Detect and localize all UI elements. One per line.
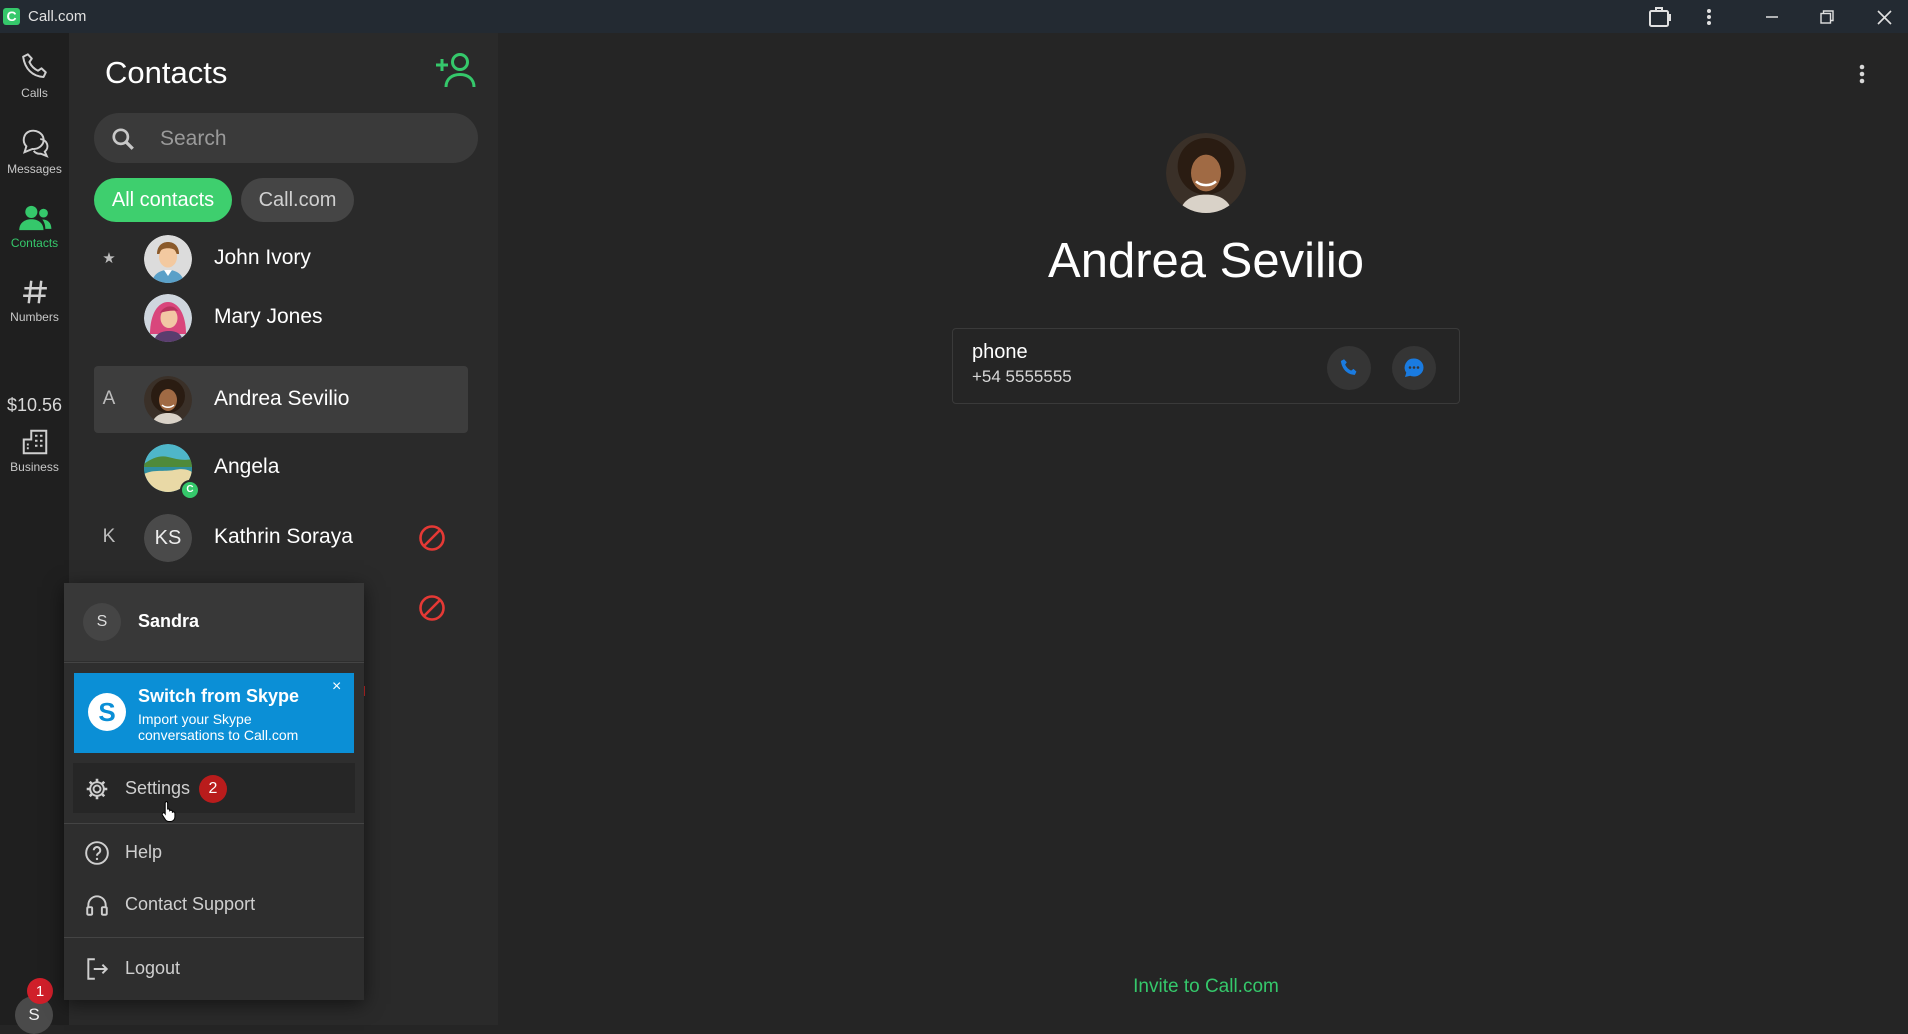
blocked-icon	[418, 594, 446, 622]
avatar: S	[83, 603, 121, 641]
blocked-icon	[418, 524, 446, 552]
headset-icon	[86, 895, 108, 916]
nav-item-business[interactable]: Business	[0, 427, 69, 474]
phone-card: phone +54 5555555	[952, 328, 1460, 404]
index-letter: A	[102, 388, 116, 409]
contact-full-name: Andrea Sevilio	[1048, 234, 1364, 288]
contact-row[interactable]: C Angela	[94, 434, 468, 501]
account-menu: S Sandra S Switch from Skype Import your…	[64, 583, 364, 1000]
more-options-icon[interactable]	[1858, 63, 1866, 85]
nav-label-numbers: Numbers	[10, 310, 59, 324]
nav-label-calls: Calls	[21, 86, 48, 100]
building-icon	[22, 429, 47, 455]
contact-detail-pane: Andrea Sevilio phone +54 5555555 Invite …	[498, 33, 1908, 1025]
contact-name: Kathrin Soraya	[214, 525, 353, 548]
avatar: KS	[144, 514, 192, 562]
chat-bubbles-icon	[22, 129, 49, 158]
logout-icon	[87, 958, 109, 980]
phone-icon	[1340, 359, 1357, 375]
nav-item-contacts[interactable]: Contacts	[0, 203, 69, 250]
search-box[interactable]	[94, 113, 478, 165]
divider	[64, 937, 364, 938]
gear-icon	[86, 778, 108, 800]
contact-row[interactable]: ★ John Ivory	[94, 225, 468, 292]
nav-rail: Calls Messages Contacts Numbers $10.56 B…	[0, 33, 69, 1034]
add-contact-icon	[436, 53, 476, 88]
menu-user-header[interactable]: S Sandra	[64, 583, 364, 661]
nav-label-contacts: Contacts	[10, 236, 59, 250]
phone-icon	[21, 53, 47, 78]
close-icon[interactable]: ×	[332, 678, 341, 696]
window-title: Call.com	[28, 8, 87, 25]
menu-item-logout[interactable]: Logout	[73, 943, 355, 993]
contact-row[interactable]: A Andrea Sevilio	[94, 366, 468, 433]
search-input[interactable]	[158, 113, 462, 165]
add-contact-button[interactable]	[435, 51, 479, 89]
avatar-initials: KS	[144, 514, 192, 562]
nav-item-calls[interactable]: Calls	[0, 51, 69, 100]
search-icon	[112, 128, 134, 150]
menu-label-help: Help	[125, 842, 163, 862]
message-button[interactable]	[1392, 346, 1436, 390]
close-window-icon[interactable]	[1866, 4, 1902, 30]
filter-all-contacts[interactable]: All contacts	[94, 178, 232, 222]
nav-label-messages: Messages	[7, 162, 62, 176]
skype-logo-icon: S	[88, 693, 126, 731]
callcom-badge-icon: C	[180, 480, 200, 500]
avatar	[144, 294, 192, 342]
contact-name: Andrea Sevilio	[214, 387, 350, 410]
notification-badge: 1	[27, 978, 53, 1004]
phone-number[interactable]: +54 5555555	[972, 367, 1072, 387]
nav-label-business: Business	[10, 460, 59, 474]
extensions-icon[interactable]	[1642, 4, 1678, 30]
chat-bubble-icon	[1404, 358, 1424, 377]
settings-badge: 2	[199, 775, 227, 803]
contact-row[interactable]: Mary Jones	[94, 284, 468, 351]
help-icon	[85, 841, 109, 865]
nav-item-numbers[interactable]: Numbers	[0, 277, 69, 324]
menu-label-logout: Logout	[125, 958, 181, 978]
people-icon	[18, 205, 51, 231]
nav-item-messages[interactable]: Messages	[0, 127, 69, 176]
menu-item-help[interactable]: Help	[73, 827, 355, 877]
contact-photo	[1166, 133, 1246, 213]
menu-label-contact-support: Contact Support	[125, 894, 256, 914]
hash-icon	[22, 280, 47, 304]
restore-icon[interactable]	[1809, 4, 1845, 30]
promo-title: Switch from Skype	[138, 686, 300, 706]
contact-name: Mary Jones	[214, 305, 323, 328]
account-balance[interactable]: $10.56	[0, 395, 69, 416]
divider	[64, 662, 364, 663]
contact-name: Angela	[214, 455, 280, 478]
mouse-cursor-icon	[161, 800, 177, 822]
menu-label-settings: Settings	[125, 778, 191, 798]
divider	[64, 823, 364, 824]
contact-row[interactable]: K KS Kathrin Soraya	[94, 504, 468, 571]
app-logo-icon: C	[3, 8, 20, 25]
avatar	[144, 376, 192, 424]
skype-promo-banner[interactable]: S Switch from Skype Import your Skype co…	[74, 673, 354, 753]
phone-label: phone	[972, 341, 1028, 363]
browser-menu-icon[interactable]	[1691, 4, 1727, 30]
avatar	[144, 235, 192, 283]
index-letter: K	[102, 526, 116, 547]
call-button[interactable]	[1327, 346, 1371, 390]
invite-link[interactable]: Invite to Call.com	[498, 976, 1908, 998]
title-bar: C Call.com	[0, 0, 1908, 33]
promo-text: Import your Skype conversations to Call.…	[138, 711, 299, 743]
favorite-star-icon: ★	[102, 250, 116, 267]
filter-callcom[interactable]: Call.com	[241, 178, 354, 222]
menu-user-name: Sandra	[138, 611, 200, 631]
contact-name: John Ivory	[214, 246, 311, 269]
page-title: Contacts	[105, 55, 228, 90]
menu-item-contact-support[interactable]: Contact Support	[73, 879, 355, 929]
minimize-icon[interactable]	[1754, 4, 1790, 30]
menu-item-settings[interactable]: Settings 2	[73, 763, 355, 813]
